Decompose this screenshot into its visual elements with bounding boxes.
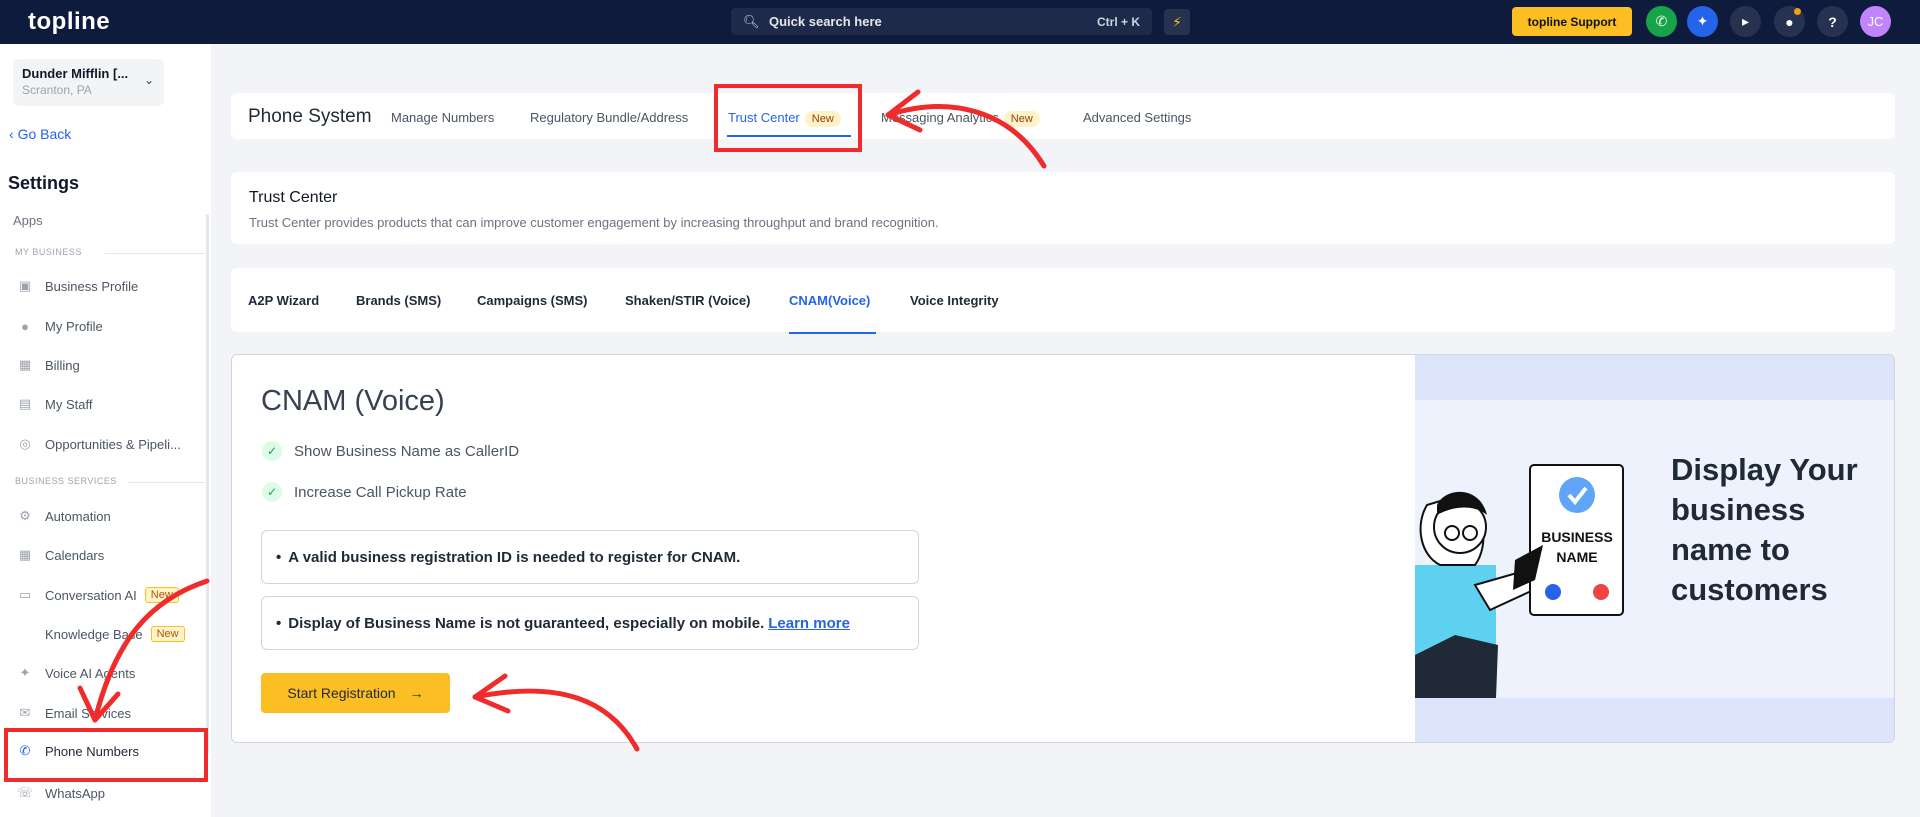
annotation-arrows (77, 89, 1047, 752)
